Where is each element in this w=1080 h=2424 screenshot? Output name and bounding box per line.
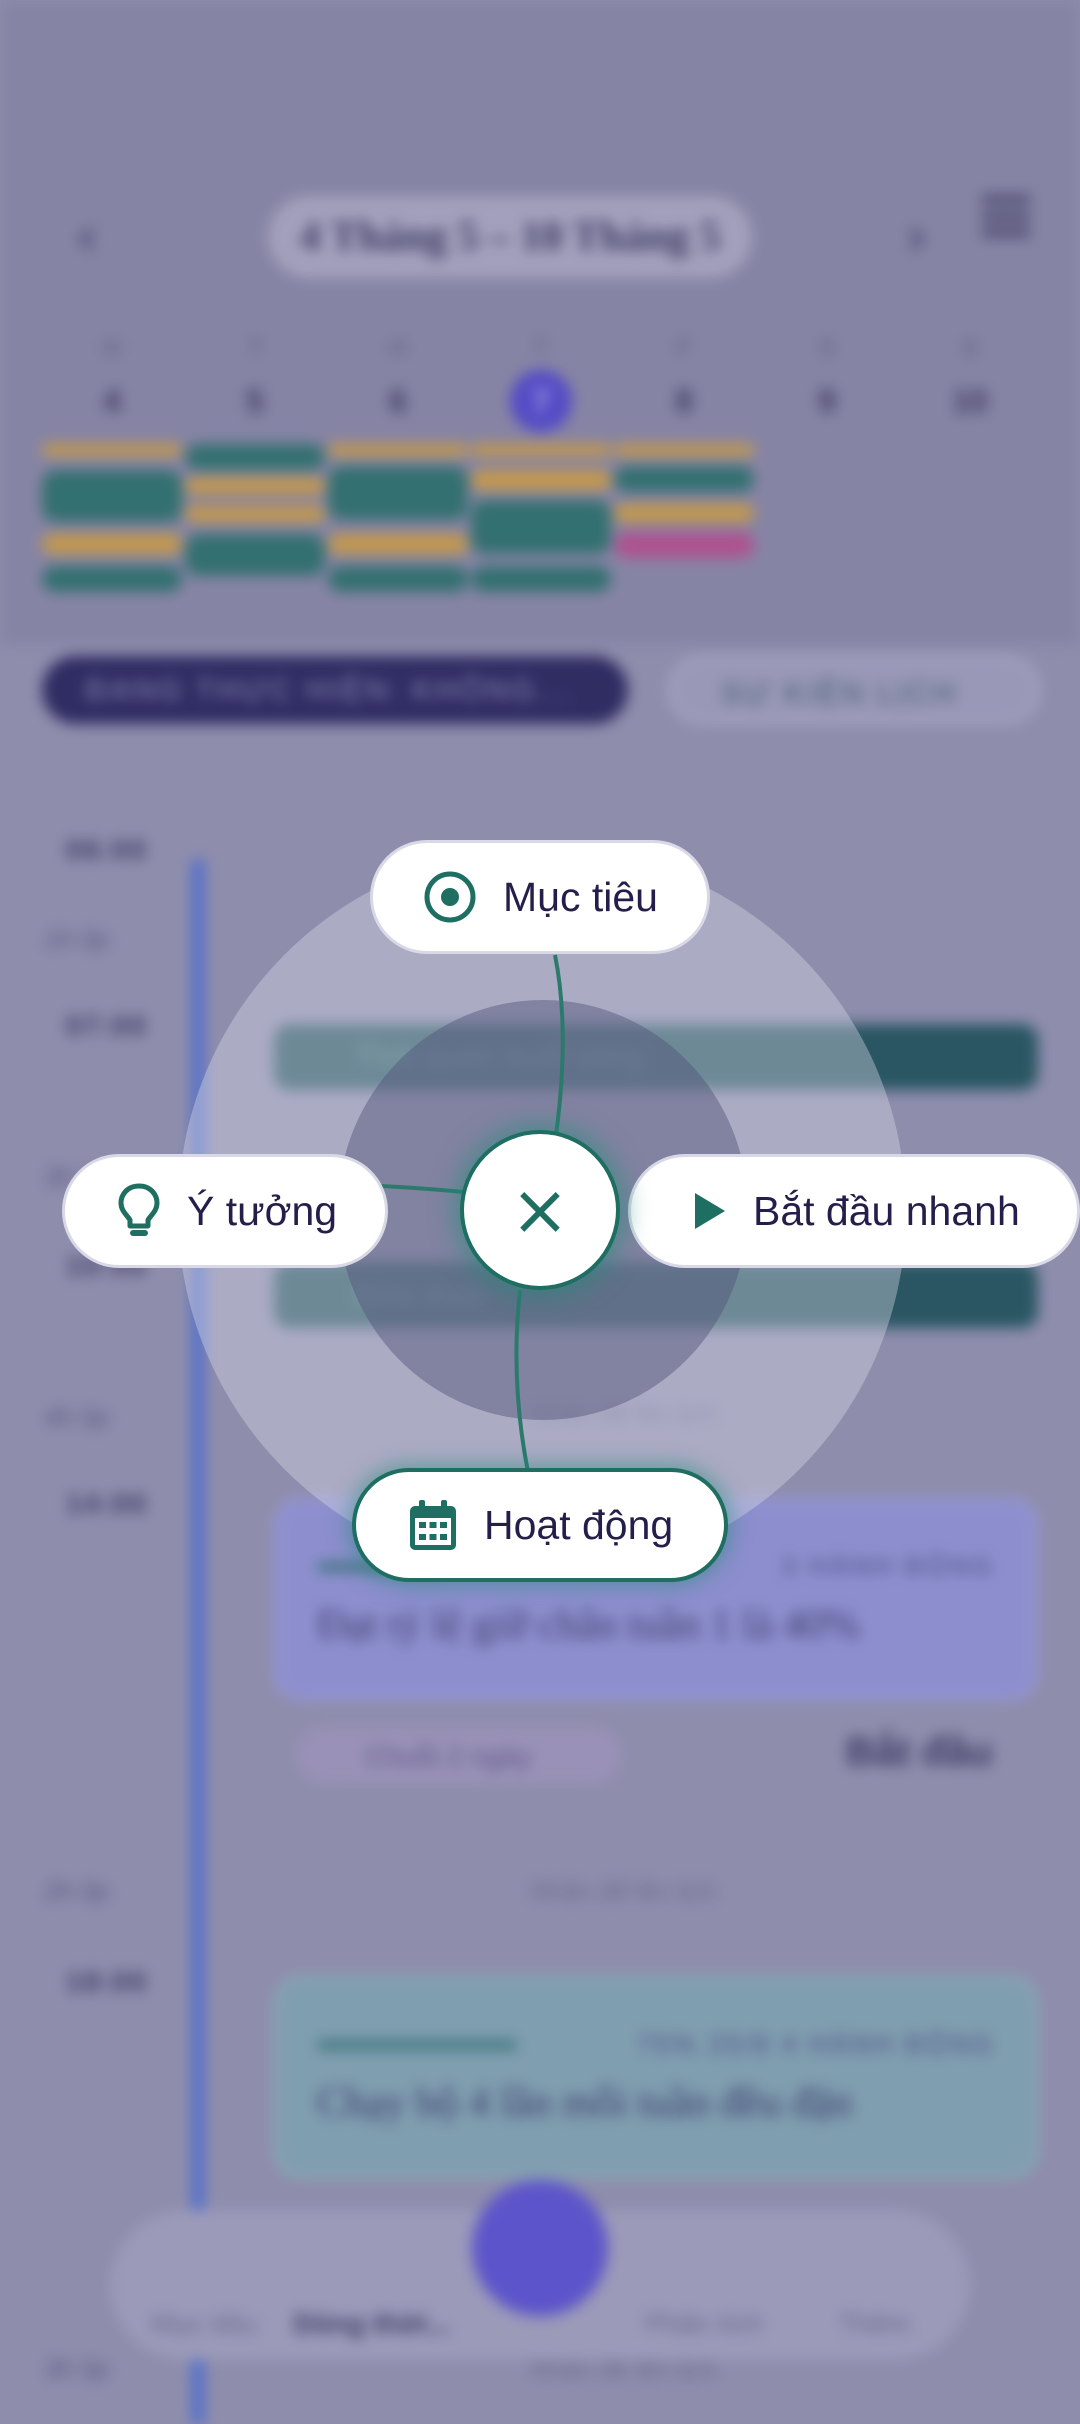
target-icon: [423, 870, 477, 924]
quick-action-idea-label: Ý tưởng: [187, 1187, 338, 1234]
quick-action-idea[interactable]: Ý tưởng: [62, 1154, 388, 1268]
close-icon: ×: [510, 1169, 570, 1251]
play-icon: [691, 1191, 727, 1231]
quick-action-goal-label: Mục tiêu: [503, 873, 658, 920]
quick-action-activity-label: Hoạt động: [484, 1501, 674, 1548]
quick-action-quick-start[interactable]: Bắt đầu nhanh: [628, 1154, 1080, 1268]
calendar-icon: [408, 1498, 458, 1552]
lightbulb-icon: [117, 1182, 161, 1240]
quick-action-quick-start-label: Bắt đầu nhanh: [753, 1187, 1020, 1234]
quick-action-goal[interactable]: Mục tiêu: [370, 840, 710, 954]
quick-action-activity[interactable]: Hoạt động: [352, 1468, 728, 1582]
close-radial-menu-button[interactable]: ×: [460, 1130, 620, 1290]
